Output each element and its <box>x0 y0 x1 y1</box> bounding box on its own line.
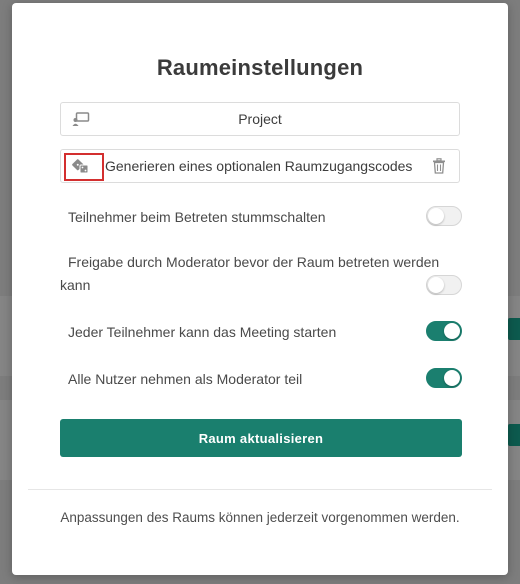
highlight-box <box>64 153 104 181</box>
room-settings-dialog: Raumeinstellungen Project Generieren ein… <box>12 3 508 575</box>
dialog-title: Raumeinstellungen <box>156 55 364 80</box>
room-presentation-icon <box>61 111 101 127</box>
update-room-button[interactable]: Raum aktualisieren <box>60 419 462 457</box>
toggle-knob <box>428 277 444 293</box>
all-join-as-moderator-toggle[interactable] <box>426 368 462 388</box>
toggle-knob <box>428 208 444 224</box>
anyone-can-start-label: Jeder Teilnehmer kann das Meeting starte… <box>68 324 337 340</box>
footer-note: Anpassungen des Raums können jederzeit v… <box>60 510 460 525</box>
trash-icon[interactable] <box>419 158 459 174</box>
background-button <box>508 318 520 340</box>
anyone-can-start-toggle[interactable] <box>426 321 462 341</box>
toggle-knob <box>444 370 460 386</box>
require-approval-label: Freigabe durch Moderator bevor der Raum … <box>60 254 440 293</box>
access-code-field[interactable]: Generieren eines optionalen Raumzugangsc… <box>60 149 460 183</box>
room-name-field[interactable]: Project <box>60 102 460 136</box>
divider <box>28 489 492 490</box>
access-code-text: Generieren eines optionalen Raumzugangsc… <box>105 158 413 174</box>
mute-on-join-toggle[interactable] <box>426 206 462 226</box>
background-button <box>508 424 520 446</box>
toggle-knob <box>444 323 460 339</box>
room-name-value: Project <box>238 111 282 127</box>
mute-on-join-label: Teilnehmer beim Betreten stummschalten <box>68 209 326 225</box>
all-join-as-moderator-label: Alle Nutzer nehmen als Moderator teil <box>68 371 303 387</box>
require-approval-toggle[interactable] <box>426 275 462 295</box>
